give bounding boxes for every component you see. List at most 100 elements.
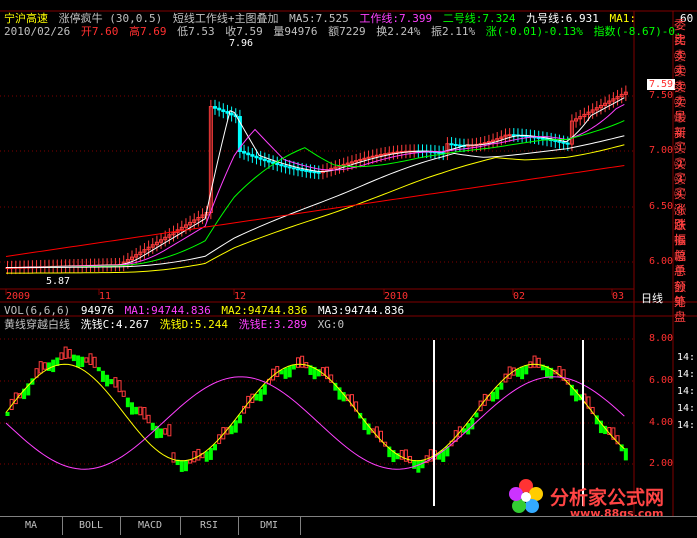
tab-dmi[interactable]: DMI [238,517,301,535]
sidebar-item-sell2[interactable]: 卖② [674,80,697,109]
candle-body [387,152,392,155]
sub-bar [125,397,130,408]
tab-ma[interactable]: MA [0,517,63,535]
sidebar-item-weibi[interactable]: 委比 [674,18,697,47]
sidebar-item-buy2[interactable]: 买② [674,141,697,170]
x-label-2009: 2009 [6,291,31,302]
sidebar-item-amplitude[interactable]: 振幅 [674,233,697,262]
sidebar-item-latest[interactable]: 最新 [674,110,697,139]
candle-body [296,168,300,171]
sidebar-item-sell3[interactable]: 卖③ [674,64,697,93]
candle-body [300,169,305,172]
sub-bar [109,379,114,385]
sub-info-bar: 黄线穿越白线 洗钱C:4.267 洗钱D:5.244 洗钱E:3.289 XG:… [4,318,348,331]
price-label-600: 6.00 [649,256,674,267]
line9-value: 九号线:6.931 [526,12,599,25]
sub-bar [142,407,147,420]
candle-body [304,169,309,172]
sub-bar [499,382,504,390]
candle-body [561,141,566,144]
wash-c: 洗钱C:4.267 [80,318,149,331]
candle-body [383,153,388,156]
candle-body [457,144,462,147]
vol-label[interactable]: VOL(6,6,6) [4,304,70,317]
high-annotation: 7.96 [229,38,254,49]
candle-body [374,154,379,157]
sidebar-item-buy5[interactable]: 买⑤ [674,187,697,216]
quote-close: 收7.59 [225,25,263,38]
candle-body [565,142,570,145]
candle-body [225,111,230,114]
candle-body [217,107,222,111]
time-label-1: 14: [677,352,696,363]
sidebar-item-total-vol[interactable]: 总手 [674,249,697,278]
sidebar-item-change-pct[interactable]: 涨幅 [674,218,697,247]
sub-bar [283,367,288,379]
sidebar-item-sell5[interactable]: 卖⑤ [674,33,697,62]
sub-bar [507,366,512,379]
sidebar-item-outer[interactable]: 外盘 [674,295,697,324]
candle-body [246,152,251,156]
sub-bar [196,448,201,461]
time-label-4: 14: [677,403,696,414]
time-label-5: 14: [677,420,696,431]
ma-line-green [5,120,625,269]
sidebar-item-buy4[interactable]: 买④ [674,172,697,201]
sub-bar [296,357,300,368]
sidebar-item-buy1[interactable]: 买① [674,126,697,155]
tab-rsi[interactable]: RSI [180,517,239,535]
sub-label-2: 2.00 [649,458,674,469]
quote-change: 涨(-0.01)-0.13% [485,25,583,38]
sidebar-item-change[interactable]: 涨跌 [674,203,697,232]
x-label-11: 11 [99,291,112,302]
sub-indicator-name[interactable]: 黄线穿越白线 [4,318,70,331]
sub-bar [96,367,101,372]
sidebar-item-sell1[interactable]: 卖① [674,95,697,124]
time-label-3: 14: [677,386,696,397]
sub-bar [520,366,525,380]
candle-body [379,153,383,156]
quote-amplitude: 振2.11% [430,25,476,38]
indicator-name[interactable]: 涨停疯牛 (30,0.5) [59,12,163,25]
candle-body [536,136,541,139]
chart-canvas [0,10,697,516]
sub-bar [80,356,85,368]
candle-body [279,164,284,167]
tab-macd[interactable]: MACD [120,517,181,535]
candle-body [316,171,321,174]
sub-bar [42,362,47,370]
vol-ma1: MA1:94744.836 [124,304,211,317]
sidebar-item-ticks[interactable]: 分笔 [674,280,697,309]
sidebar-item-sell4[interactable]: 卖④ [674,49,697,78]
wash-d: 洗钱D:5.244 [159,318,228,331]
sub-bar [491,391,496,402]
candle-body [291,167,296,170]
ma-line-long-white [5,135,625,269]
sub-bar [5,412,10,416]
sidebar-item-buy3[interactable]: 买③ [674,157,697,186]
candle-body [312,171,317,174]
sub-bar [262,384,267,395]
quote-turnover: 换2.24% [376,25,421,38]
stock-name[interactable]: 宁沪高速 [4,12,48,25]
sub-bar [229,425,234,435]
price-label-750: 7.50 [649,90,674,101]
period-axis-label[interactable]: 日线 [641,290,663,306]
current-price-tag: 7.59 [647,79,676,90]
xg-value: XG:0 [317,318,345,331]
candle-body [213,106,217,109]
sidebar-item-total-amount[interactable]: 总额 [674,264,697,293]
quote-amount: 额7229 [328,25,366,38]
trend-line-red [5,164,625,257]
candle-body [250,154,255,157]
quote-date: 2010/02/26 [4,25,71,38]
candle-body [540,137,545,140]
ma5-value: MA5:7.525 [289,12,349,25]
sub-bar [163,428,168,435]
ma1-value: MA1: [609,12,636,25]
candle-body [511,134,516,137]
ma-line-white [5,97,625,269]
sub-bar [84,357,89,363]
tab-boll[interactable]: BOLL [62,517,121,535]
sub-bar [524,365,529,375]
